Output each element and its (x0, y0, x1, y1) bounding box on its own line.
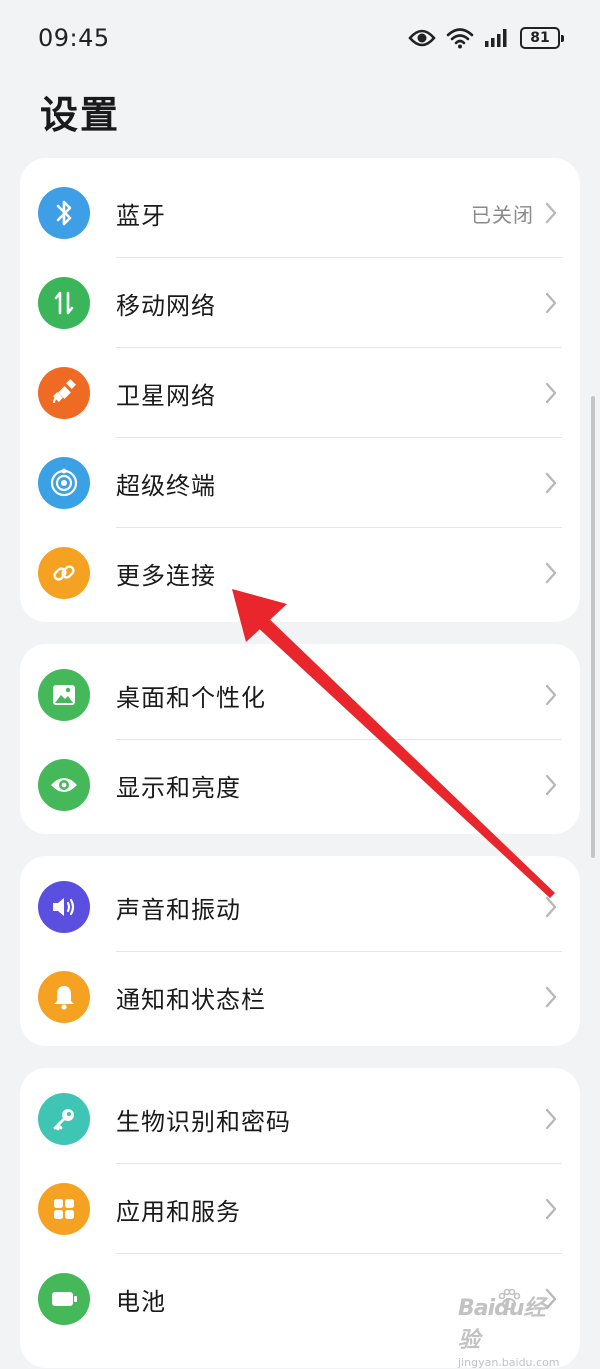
mobile-network-label: 移动网络 (116, 291, 216, 320)
notifications-statusbar-label: 通知和状态栏 (116, 985, 266, 1014)
key-icon (38, 1093, 90, 1145)
display-brightness-label: 显示和亮度 (116, 773, 241, 802)
eye-icon (408, 28, 436, 48)
more-connections-label: 更多连接 (116, 561, 216, 590)
eye-display-icon (38, 759, 90, 811)
chevron-right-icon (545, 986, 557, 1008)
speaker-icon (38, 881, 90, 933)
settings-item-biometrics-password[interactable]: 生物识别和密码 (20, 1074, 580, 1164)
watermark: Baidu经验 jingyan.baidu.com (458, 1286, 564, 1369)
super-device-label: 超级终端 (116, 471, 216, 500)
wifi-icon (446, 27, 474, 49)
chevron-right-icon (545, 202, 557, 224)
chevron-right-icon (545, 292, 557, 314)
chevron-right-icon (545, 896, 557, 918)
bluetooth-icon (38, 187, 90, 239)
settings-item-apps-services[interactable]: 应用和服务 (20, 1164, 580, 1254)
watermark-url: jingyan.baidu.com (458, 1356, 560, 1369)
apps-grid-icon (38, 1183, 90, 1235)
settings-group-sound-notifications: 声音和振动 通知和状态栏 (20, 856, 580, 1046)
settings-item-notifications-statusbar[interactable]: 通知和状态栏 (20, 952, 580, 1042)
chevron-right-icon (545, 472, 557, 494)
chevron-right-icon (545, 382, 557, 404)
sound-vibration-label: 声音和振动 (116, 895, 241, 924)
bluetooth-label: 蓝牙 (116, 201, 166, 230)
settings-item-bluetooth[interactable]: 蓝牙 已关闭 (20, 168, 580, 258)
desktop-personalization-label: 桌面和个性化 (116, 683, 266, 712)
battery-setting-icon (38, 1273, 90, 1325)
link-icon (38, 547, 90, 599)
paw-icon (498, 1288, 521, 1310)
battery-label: 电池 (116, 1287, 166, 1316)
chevron-right-icon (545, 684, 557, 706)
apps-services-label: 应用和服务 (116, 1197, 241, 1226)
battery-level: 81 (530, 30, 550, 46)
signal-icon (484, 28, 510, 48)
battery-icon: 81 (520, 27, 564, 49)
status-icons: 81 (408, 24, 564, 52)
bell-icon (38, 971, 90, 1023)
chevron-right-icon (545, 1198, 557, 1220)
chevron-right-icon (545, 774, 557, 796)
settings-group-display: 桌面和个性化 显示和亮度 (20, 644, 580, 834)
bluetooth-status: 已关闭 (471, 202, 534, 227)
settings-item-satellite-network[interactable]: 卫星网络 (20, 348, 580, 438)
page-title: 设置 (40, 93, 121, 137)
settings-item-more-connections[interactable]: 更多连接 (20, 528, 580, 618)
image-icon (38, 669, 90, 721)
super-device-icon (38, 457, 90, 509)
settings-item-mobile-network[interactable]: 移动网络 (20, 258, 580, 348)
status-bar: 09:45 81 (0, 0, 600, 76)
scrollbar[interactable] (591, 396, 595, 858)
mobile-data-icon (38, 277, 90, 329)
chevron-right-icon (545, 562, 557, 584)
settings-group-connectivity: 蓝牙 已关闭 移动网络 卫星网络 超级终端 更多连接 (20, 158, 580, 622)
status-time: 09:45 (38, 24, 110, 52)
chevron-right-icon (545, 1108, 557, 1130)
settings-item-desktop-personalization[interactable]: 桌面和个性化 (20, 650, 580, 740)
settings-item-super-device[interactable]: 超级终端 (20, 438, 580, 528)
settings-item-display-brightness[interactable]: 显示和亮度 (20, 740, 580, 830)
satellite-icon (38, 367, 90, 419)
settings-item-sound-vibration[interactable]: 声音和振动 (20, 862, 580, 952)
biometrics-password-label: 生物识别和密码 (116, 1107, 291, 1136)
satellite-network-label: 卫星网络 (116, 381, 216, 410)
